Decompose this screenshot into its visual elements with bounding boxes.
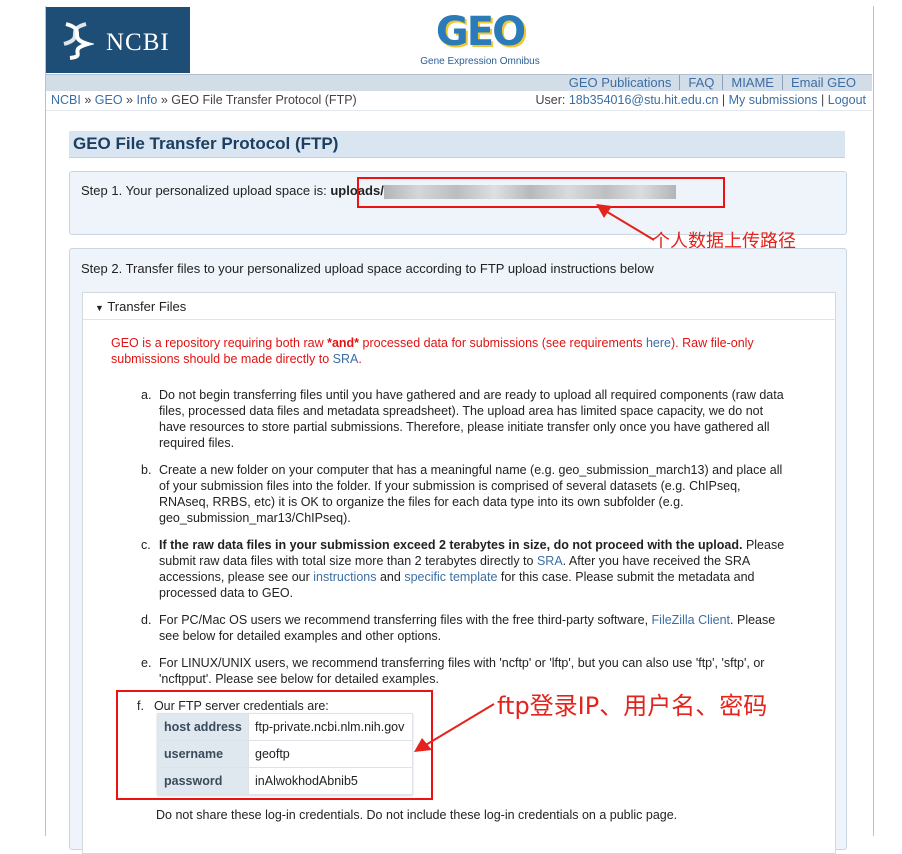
ncbi-logo-text: NCBI [106,29,170,56]
credentials-note: Do not share these log-in credentials. D… [156,808,678,822]
raw-processed-warning: GEO is a repository requiring both raw *… [111,335,811,367]
transfer-files-toggle[interactable]: ▼ Transfer Files [95,299,186,314]
list-item: d. For PC/Mac OS users we recommend tran… [137,612,787,644]
size-warning-text: If the raw data files in your submission… [159,538,743,552]
warn-and: *and* [327,336,360,350]
geo-logo[interactable]: GEO Gene Expression Omnibus [415,10,545,72]
list-item: e. For LINUX/UNIX users, we recommend tr… [137,655,787,687]
list-item: c. If the raw data files in your submiss… [137,537,787,601]
list-item: a. Do not begin transferring files until… [137,387,787,451]
triangle-down-icon: ▼ [95,303,104,313]
list-item-text: Do not begin transferring files until yo… [159,388,784,450]
nav-faq[interactable]: FAQ [679,75,722,90]
requirements-here-link[interactable]: here [646,336,671,350]
upload-path-highlight-box [357,177,725,208]
specific-template-link[interactable]: specific template [404,570,497,584]
arrow-to-credentials [414,703,495,752]
transfer-files-label: Transfer Files [107,299,187,314]
list-item-text: and [376,570,405,584]
warn-text: processed data for submissions (see requ… [359,336,646,350]
list-item: b. Create a new folder on your computer … [137,462,787,526]
breadcrumb-info[interactable]: Info [136,93,157,107]
credentials-highlight-box [116,690,433,800]
nav-email-geo[interactable]: Email GEO [781,75,864,90]
list-marker: b. [141,463,152,477]
list-marker: e. [141,656,152,670]
sra-link[interactable]: SRA [333,352,359,366]
ncbi-logo[interactable]: NCBI [46,7,190,73]
page-title: GEO File Transfer Protocol (FTP) [73,134,339,153]
list-item-text: For PC/Mac OS users we recommend transfe… [159,613,652,627]
geo-logo-subtitle: Gene Expression Omnibus [420,56,540,67]
arrow-to-upload-path [596,204,655,241]
list-item-text: Create a new folder on your computer tha… [159,463,783,525]
breadcrumb-current: GEO File Transfer Protocol (FTP) [171,93,357,107]
filezilla-link[interactable]: FileZilla Client [652,613,731,627]
dna-helix-icon [63,22,94,60]
credentials-annotation: ftp登录IP、用户名、密码 [497,692,768,720]
section-divider [83,319,835,320]
step1-label: Step 1. Your personalized upload space i… [81,183,327,198]
list-marker: d. [141,613,152,627]
list-marker: a. [141,388,152,402]
warn-text: . [358,352,362,366]
page-title-box: GEO File Transfer Protocol (FTP) [69,131,845,158]
nav-miame[interactable]: MIAME [722,75,782,90]
user-bar: User: 18b354016@stu.hit.edu.cn | My subm… [535,93,866,107]
breadcrumb-geo[interactable]: GEO [95,93,123,107]
logout-link[interactable]: Logout [828,93,866,107]
instruction-list: a. Do not begin transferring files until… [137,387,787,698]
instructions-link[interactable]: instructions [313,570,376,584]
nav-geo-publications[interactable]: GEO Publications [561,75,680,90]
list-item-text: For LINUX/UNIX users, we recommend trans… [159,656,765,686]
top-nav-bar: GEO Publications FAQ MIAME Email GEO [46,74,872,91]
header-divider [46,110,872,111]
breadcrumb-ncbi[interactable]: NCBI [51,93,81,107]
list-marker: c. [141,538,151,552]
my-submissions-link[interactable]: My submissions [729,93,818,107]
user-email-link[interactable]: 18b354016@stu.hit.edu.cn [569,93,719,107]
geo-logo-word: GEO [435,9,526,55]
sra-link[interactable]: SRA [537,554,563,568]
warn-text: GEO is a repository requiring both raw [111,336,328,350]
step2-label: Step 2. Transfer files to your personali… [81,261,654,276]
user-label: User: [535,93,566,107]
breadcrumb: NCBI » GEO » Info » GEO File Transfer Pr… [51,93,357,107]
